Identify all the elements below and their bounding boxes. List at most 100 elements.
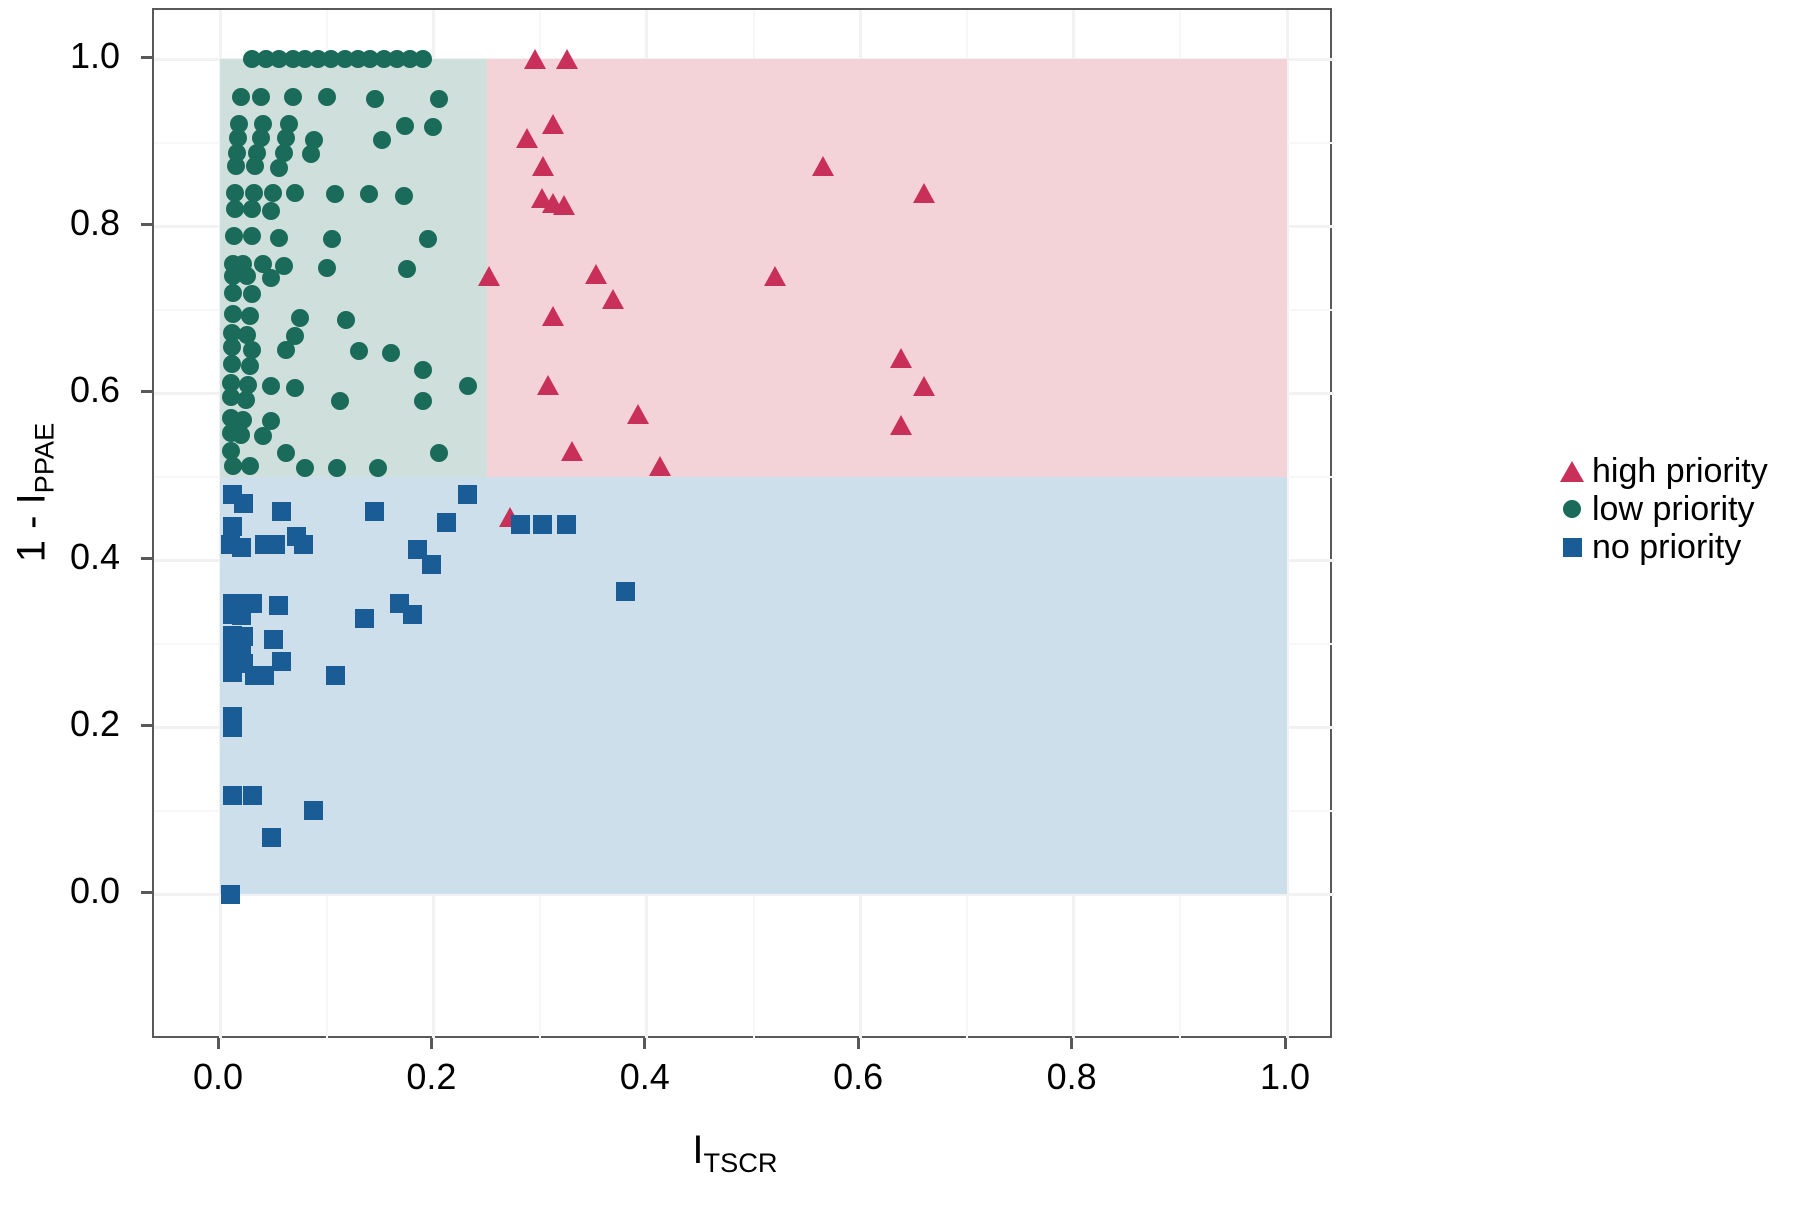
data-point-low-priority xyxy=(429,444,448,463)
y-tick-label: 0.8 xyxy=(69,202,120,243)
data-point-low-priority xyxy=(246,156,265,175)
data-point-low-priority xyxy=(243,340,261,359)
data-point-high-priority xyxy=(541,306,564,327)
x-tick-label: 0.8 xyxy=(1046,1056,1097,1097)
data-point-high-priority xyxy=(584,264,607,285)
circle-marker-icon xyxy=(1552,500,1592,518)
y-axis-title-subscript: PPAE xyxy=(28,422,60,494)
data-point-low-priority xyxy=(222,354,241,373)
legend-label: low priority xyxy=(1592,489,1755,528)
data-point-no-priority xyxy=(365,502,385,522)
data-point-no-priority xyxy=(223,785,243,805)
data-point-high-priority xyxy=(889,347,912,368)
data-point-no-priority xyxy=(421,554,441,574)
x-tick-label: 0.0 xyxy=(192,1056,244,1097)
data-point-no-priority xyxy=(223,717,243,737)
data-point-no-priority xyxy=(458,485,478,505)
data-point-low-priority xyxy=(223,304,242,323)
data-point-low-priority xyxy=(240,307,259,326)
data-point-low-priority xyxy=(243,227,261,246)
data-point-no-priority xyxy=(511,514,531,534)
data-point-no-priority xyxy=(532,514,552,534)
square-marker-icon xyxy=(1552,537,1592,557)
legend-item-no-priority[interactable]: no priority xyxy=(1552,528,1800,566)
data-point-no-priority xyxy=(221,884,241,904)
chart-root: 1 - IPPAE ITSCR high priority low priorit… xyxy=(0,0,1800,1217)
data-point-low-priority xyxy=(237,267,256,286)
y-tick-mark xyxy=(141,55,152,59)
high-priority-region xyxy=(486,59,1287,477)
data-point-high-priority xyxy=(913,182,936,203)
y-tick-label: 1.0 xyxy=(69,35,120,76)
legend: high priority low priority no priority xyxy=(1552,452,1800,566)
data-point-no-priority xyxy=(325,665,345,685)
data-point-low-priority xyxy=(245,183,264,202)
data-point-low-priority xyxy=(269,228,288,247)
data-point-low-priority xyxy=(225,183,244,202)
data-point-high-priority xyxy=(552,195,575,216)
data-point-low-priority xyxy=(291,308,310,327)
x-axis-title: ITSCR xyxy=(0,1128,1470,1178)
x-tick-mark xyxy=(856,1038,860,1049)
data-point-high-priority xyxy=(523,49,546,69)
data-point-low-priority xyxy=(317,258,336,277)
data-point-low-priority xyxy=(251,87,270,106)
data-point-low-priority xyxy=(232,425,251,444)
data-point-high-priority xyxy=(532,155,555,176)
data-point-low-priority xyxy=(223,283,242,302)
x-tick-mark xyxy=(1070,1038,1074,1049)
data-point-low-priority xyxy=(413,392,432,411)
data-point-high-priority xyxy=(889,414,912,435)
data-point-low-priority xyxy=(395,116,414,135)
data-point-no-priority xyxy=(269,596,289,616)
data-point-low-priority xyxy=(336,310,355,329)
data-point-low-priority xyxy=(394,186,413,205)
x-tick-mark xyxy=(216,1038,220,1049)
data-point-low-priority xyxy=(429,90,448,109)
no-priority-region xyxy=(220,476,1287,894)
data-point-low-priority xyxy=(269,158,288,177)
data-point-high-priority xyxy=(516,128,539,149)
data-point-high-priority xyxy=(561,441,584,462)
data-point-no-priority xyxy=(231,606,251,626)
data-point-no-priority xyxy=(287,527,307,547)
data-point-high-priority xyxy=(555,49,578,69)
data-point-low-priority xyxy=(317,87,336,106)
data-point-high-priority xyxy=(811,155,834,176)
data-point-low-priority xyxy=(277,340,296,359)
x-tick-label: 0.2 xyxy=(406,1056,457,1097)
data-point-high-priority xyxy=(648,456,671,477)
data-point-high-priority xyxy=(913,376,936,397)
data-point-low-priority xyxy=(264,183,283,202)
data-point-no-priority xyxy=(402,604,422,624)
legend-label: high priority xyxy=(1592,451,1768,490)
data-point-low-priority xyxy=(368,459,387,478)
legend-item-high-priority[interactable]: high priority xyxy=(1552,452,1800,490)
x-axis-title-base: I xyxy=(692,1128,704,1172)
data-point-low-priority xyxy=(236,390,255,409)
data-point-low-priority xyxy=(285,183,304,202)
data-point-no-priority xyxy=(223,663,243,683)
data-point-no-priority xyxy=(354,608,374,628)
data-point-no-priority xyxy=(557,514,577,534)
data-point-no-priority xyxy=(615,582,635,602)
data-point-high-priority xyxy=(477,266,500,287)
data-point-no-priority xyxy=(231,537,251,557)
x-tick-mark xyxy=(1283,1038,1287,1049)
data-point-no-priority xyxy=(265,535,285,555)
data-point-no-priority xyxy=(272,502,292,522)
x-tick-label: 1.0 xyxy=(1259,1056,1311,1097)
data-point-high-priority xyxy=(627,403,650,424)
data-point-low-priority xyxy=(285,378,304,397)
data-point-no-priority xyxy=(304,801,324,820)
legend-item-low-priority[interactable]: low priority xyxy=(1552,490,1800,528)
x-tick-mark xyxy=(429,1038,433,1049)
plot-panel xyxy=(152,8,1334,1040)
data-point-low-priority xyxy=(413,360,432,379)
y-tick-mark xyxy=(141,222,152,226)
data-point-low-priority xyxy=(253,427,272,446)
data-point-low-priority xyxy=(227,156,245,175)
data-point-low-priority xyxy=(458,377,477,396)
triangle-marker-icon xyxy=(1552,460,1592,482)
data-point-high-priority xyxy=(601,289,624,310)
